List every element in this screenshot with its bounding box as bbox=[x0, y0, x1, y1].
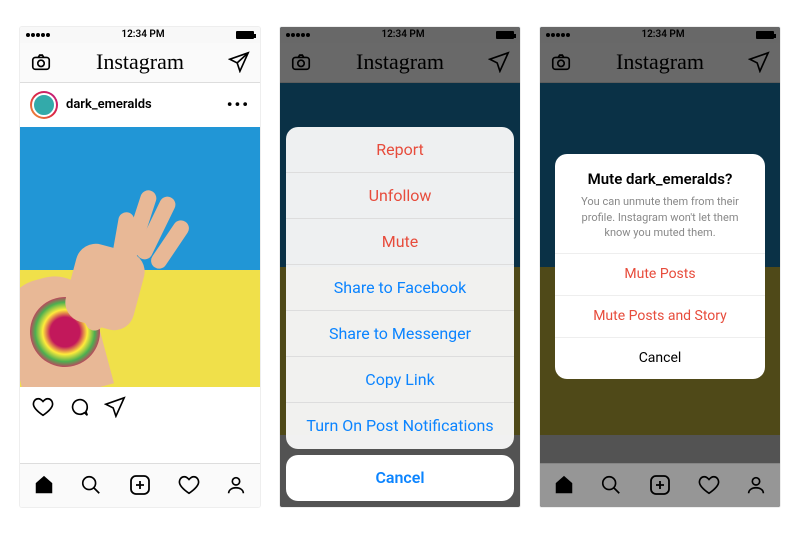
phone-feed: 12:34 PM Instagram dark_emeralds ••• bbox=[20, 27, 260, 507]
post-image-content bbox=[20, 187, 200, 387]
add-tab-icon[interactable] bbox=[128, 473, 152, 497]
activity-tab-icon[interactable] bbox=[698, 474, 720, 496]
phone-mute-alert: 12:34 PM Instagram Mute dark_emeralds? Y… bbox=[540, 27, 780, 507]
add-tab-icon[interactable] bbox=[648, 473, 672, 497]
tab-bar bbox=[540, 463, 780, 507]
like-icon[interactable] bbox=[32, 396, 54, 418]
action-copy-link[interactable]: Copy Link bbox=[286, 357, 514, 403]
battery-icon bbox=[236, 31, 254, 39]
status-right bbox=[236, 31, 254, 39]
post-image[interactable] bbox=[20, 127, 260, 387]
action-cancel[interactable]: Cancel bbox=[286, 455, 514, 501]
mute-posts-story-button[interactable]: Mute Posts and Story bbox=[555, 295, 765, 337]
action-notifications[interactable]: Turn On Post Notifications bbox=[286, 403, 514, 449]
alert-message: You can unmute them from their profile. … bbox=[569, 194, 751, 240]
tab-bar bbox=[20, 463, 260, 507]
search-tab-icon[interactable] bbox=[80, 474, 102, 496]
post-username[interactable]: dark_emeralds bbox=[66, 97, 219, 112]
profile-tab-icon[interactable] bbox=[225, 474, 247, 496]
mute-alert: Mute dark_emeralds? You can unmute them … bbox=[555, 154, 765, 378]
share-icon[interactable] bbox=[104, 396, 126, 418]
signal-icon bbox=[26, 33, 50, 37]
mute-posts-button[interactable]: Mute Posts bbox=[555, 253, 765, 295]
action-share-messenger[interactable]: Share to Messenger bbox=[286, 311, 514, 357]
action-sheet-overlay[interactable]: Report Unfollow Mute Share to Facebook S… bbox=[280, 27, 520, 507]
status-bar: 12:34 PM bbox=[20, 27, 260, 43]
home-tab-icon[interactable] bbox=[553, 474, 575, 496]
profile-tab-icon[interactable] bbox=[745, 474, 767, 496]
home-tab-icon[interactable] bbox=[33, 474, 55, 496]
status-left bbox=[26, 33, 50, 37]
phone-action-sheet: 12:34 PM Instagram Report Unfollow Mute … bbox=[280, 27, 520, 507]
more-options-button[interactable]: ••• bbox=[227, 95, 250, 114]
comment-icon[interactable] bbox=[68, 396, 90, 418]
nav-bar: Instagram bbox=[20, 43, 260, 83]
post-header: dark_emeralds ••• bbox=[20, 83, 260, 127]
action-unfollow[interactable]: Unfollow bbox=[286, 173, 514, 219]
alert-header: Mute dark_emeralds? You can unmute them … bbox=[555, 154, 765, 252]
alert-title: Mute dark_emeralds? bbox=[569, 170, 751, 188]
post-actions bbox=[20, 387, 260, 427]
action-sheet: Report Unfollow Mute Share to Facebook S… bbox=[286, 127, 514, 449]
action-report[interactable]: Report bbox=[286, 127, 514, 173]
send-icon[interactable] bbox=[228, 51, 250, 73]
status-time: 12:34 PM bbox=[121, 29, 164, 40]
app-title: Instagram bbox=[96, 49, 184, 75]
avatar[interactable] bbox=[30, 91, 58, 119]
action-mute[interactable]: Mute bbox=[286, 219, 514, 265]
activity-tab-icon[interactable] bbox=[178, 474, 200, 496]
camera-icon[interactable] bbox=[30, 51, 52, 73]
action-share-facebook[interactable]: Share to Facebook bbox=[286, 265, 514, 311]
mute-cancel-button[interactable]: Cancel bbox=[555, 337, 765, 379]
search-tab-icon[interactable] bbox=[600, 474, 622, 496]
alert-overlay[interactable]: Mute dark_emeralds? You can unmute them … bbox=[540, 27, 780, 507]
